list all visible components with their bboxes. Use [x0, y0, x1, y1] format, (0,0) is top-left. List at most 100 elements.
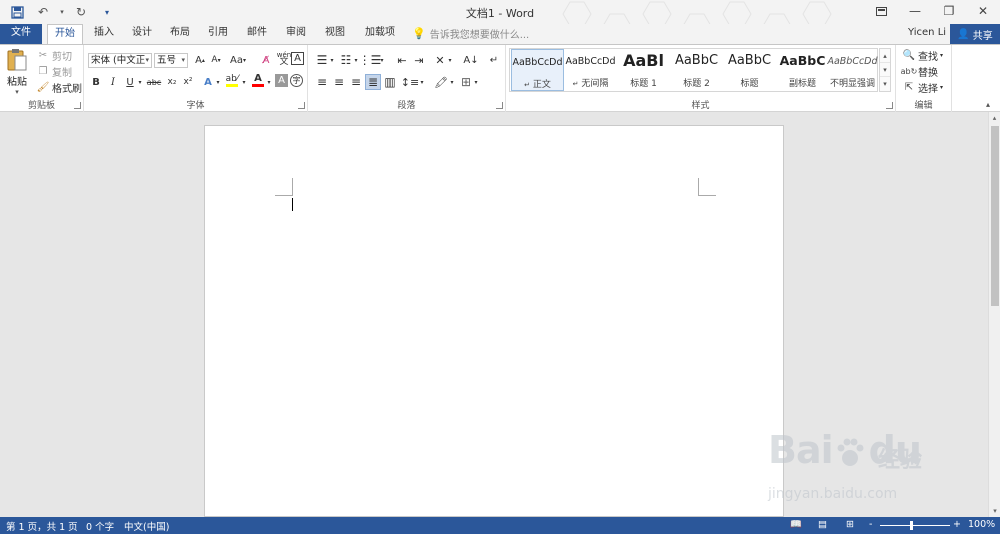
paragraph-group-label: 段落 [397, 101, 416, 111]
style-subtitle[interactable]: AaBbC 副标题 [776, 49, 829, 91]
clipboard-dialog-launcher-icon[interactable] [74, 102, 81, 109]
multilevel-list-icon[interactable]: ⋮☰ [359, 52, 382, 68]
tab-mailings[interactable]: 邮件 [243, 24, 271, 44]
italic-button[interactable]: I [105, 74, 121, 90]
font-size-select[interactable]: 五号 ▾ [154, 53, 188, 68]
tab-references[interactable]: 引用 [204, 24, 232, 44]
style-subtle-emphasis[interactable]: AaBbCcDd 不明显强调 [826, 49, 879, 91]
font-color-dropdown-icon[interactable]: ▾ [265, 74, 273, 90]
tab-design[interactable]: 设计 [128, 24, 156, 44]
phonetic-guide-icon[interactable]: wén 文 [276, 51, 292, 67]
scroll-down-icon[interactable]: ▾ [989, 505, 1000, 517]
select-button[interactable]: ⇱ 选择 ▾ [902, 80, 943, 95]
style-title[interactable]: AaBbC 标题 [723, 49, 776, 91]
tab-layout[interactable]: 布局 [166, 24, 194, 44]
web-layout-icon[interactable]: ⊞ [846, 519, 854, 530]
highlight-color-icon[interactable]: ab⁄ [224, 72, 240, 88]
zoom-slider[interactable] [880, 525, 950, 526]
scroll-up-icon[interactable]: ▴ [989, 112, 1000, 124]
customize-qat-icon[interactable]: ▾ [96, 3, 118, 21]
minimize-icon[interactable]: — [898, 0, 932, 22]
chinese-layout-dropdown-icon[interactable]: ▾ [446, 52, 454, 68]
paste-button[interactable]: 粘贴 ▾ [4, 48, 30, 96]
line-spacing-dropdown-icon[interactable]: ▾ [418, 74, 426, 90]
redo-icon[interactable]: ↻ [70, 3, 92, 21]
show-marks-icon[interactable]: ↵ [486, 52, 502, 68]
gallery-up-icon[interactable]: ▴ [880, 49, 890, 63]
undo-icon[interactable]: ↶ [32, 3, 54, 21]
undo-dropdown-icon[interactable]: ▾ [58, 3, 66, 21]
paragraph-dialog-launcher-icon[interactable] [496, 102, 503, 109]
tab-file[interactable]: 文件 [0, 24, 42, 44]
shading-dropdown-icon[interactable]: ▾ [448, 74, 456, 90]
strikethrough-button[interactable]: abc [145, 74, 163, 90]
language[interactable]: 中文(中国) [124, 519, 169, 533]
share-button[interactable]: 👤 共享 [950, 24, 1000, 44]
save-icon[interactable] [6, 3, 28, 21]
style-no-spacing[interactable]: AaBbCcDd ↵ 无间隔 [564, 49, 617, 91]
zoom-level[interactable]: 100% [968, 519, 995, 530]
gallery-down-icon[interactable]: ▾ [880, 63, 890, 77]
read-mode-icon[interactable]: 📖 [790, 519, 802, 530]
style-heading-1[interactable]: AaBl 标题 1 [617, 49, 670, 91]
collapse-ribbon-icon[interactable]: ▴ [986, 100, 990, 109]
superscript-button[interactable]: x² [180, 74, 196, 90]
close-icon[interactable]: ✕ [966, 0, 1000, 22]
document-page[interactable] [204, 125, 784, 517]
underline-dropdown-icon[interactable]: ▾ [136, 74, 144, 90]
ribbon-display-options-icon[interactable] [864, 0, 898, 22]
print-layout-icon[interactable]: ▤ [818, 519, 827, 530]
increase-indent-icon[interactable]: ⇥ [411, 52, 427, 68]
copy-button[interactable]: ❐ 复制 [36, 64, 72, 79]
find-button[interactable]: 🔍 查找 ▾ [902, 48, 943, 63]
subscript-button[interactable]: x₂ [164, 74, 180, 90]
align-left-icon[interactable]: ≡ [314, 74, 330, 90]
distributed-icon[interactable]: ▥ [382, 74, 398, 90]
style-normal[interactable]: AaBbCcDd ↵ 正文 [511, 49, 564, 91]
tab-addins[interactable]: 加载项 [361, 24, 399, 44]
zoom-slider-thumb[interactable] [910, 521, 913, 530]
vertical-scrollbar[interactable]: ▴ ▾ [988, 112, 1000, 517]
sort-icon[interactable]: A↓ [463, 52, 479, 68]
multilevel-dropdown-icon[interactable]: ▾ [378, 52, 386, 68]
restore-icon[interactable]: ❐ [932, 0, 966, 22]
text-effects-dropdown-icon[interactable]: ▾ [214, 74, 222, 90]
cut-button[interactable]: ✂ 剪切 [36, 48, 72, 63]
replace-button[interactable]: ab↻ 替换 [901, 64, 938, 79]
scroll-thumb[interactable] [991, 126, 999, 306]
tab-insert[interactable]: 插入 [90, 24, 118, 44]
clear-formatting-icon[interactable]: A̸ [258, 52, 274, 68]
align-center-icon[interactable]: ≡ [331, 74, 347, 90]
tell-me-box[interactable]: 💡 告诉我您想要做什么... [412, 26, 529, 41]
shading-icon[interactable]: 🖍 [433, 74, 449, 90]
character-shading-icon[interactable]: A [275, 74, 288, 87]
styles-dialog-launcher-icon[interactable] [886, 102, 893, 109]
justify-icon[interactable]: ≣ [365, 74, 381, 90]
gallery-more-icon[interactable]: ▾ [880, 77, 890, 91]
bold-button[interactable]: B [88, 74, 104, 90]
page-count[interactable]: 第 1 页，共 1 页 [6, 519, 78, 533]
word-count[interactable]: 0 个字 [86, 519, 114, 533]
zoom-in-button[interactable]: + [953, 519, 961, 530]
font-name-select[interactable]: 宋体 (中文正 ▾ [88, 53, 152, 68]
highlight-dropdown-icon[interactable]: ▾ [240, 74, 248, 90]
style-heading-2[interactable]: AaBbC 标题 2 [670, 49, 723, 91]
font-dialog-launcher-icon[interactable] [298, 102, 305, 109]
user-name[interactable]: Yicen Li [908, 27, 946, 38]
decrease-indent-icon[interactable]: ⇤ [394, 52, 410, 68]
borders-dropdown-icon[interactable]: ▾ [472, 74, 480, 90]
format-painter-button[interactable]: 🖌 格式刷 [36, 80, 82, 95]
tab-view[interactable]: 视图 [321, 24, 349, 44]
line-spacing-icon[interactable]: ↕≡ [401, 74, 419, 90]
zoom-out-button[interactable]: - [869, 519, 872, 530]
change-case-button[interactable]: Aa ▾ [228, 52, 248, 68]
grow-font-icon[interactable]: A ▴ [192, 52, 208, 68]
tab-home[interactable]: 开始 [47, 24, 83, 45]
align-right-icon[interactable]: ≡ [348, 74, 364, 90]
tab-review[interactable]: 审阅 [282, 24, 310, 44]
character-border-icon[interactable]: A [291, 52, 304, 65]
enclose-characters-icon[interactable]: 字 [290, 74, 303, 87]
font-color-icon[interactable]: A [250, 72, 266, 88]
bullets-dropdown-icon[interactable]: ▾ [328, 52, 336, 68]
shrink-font-icon[interactable]: A ▾ [208, 52, 224, 68]
